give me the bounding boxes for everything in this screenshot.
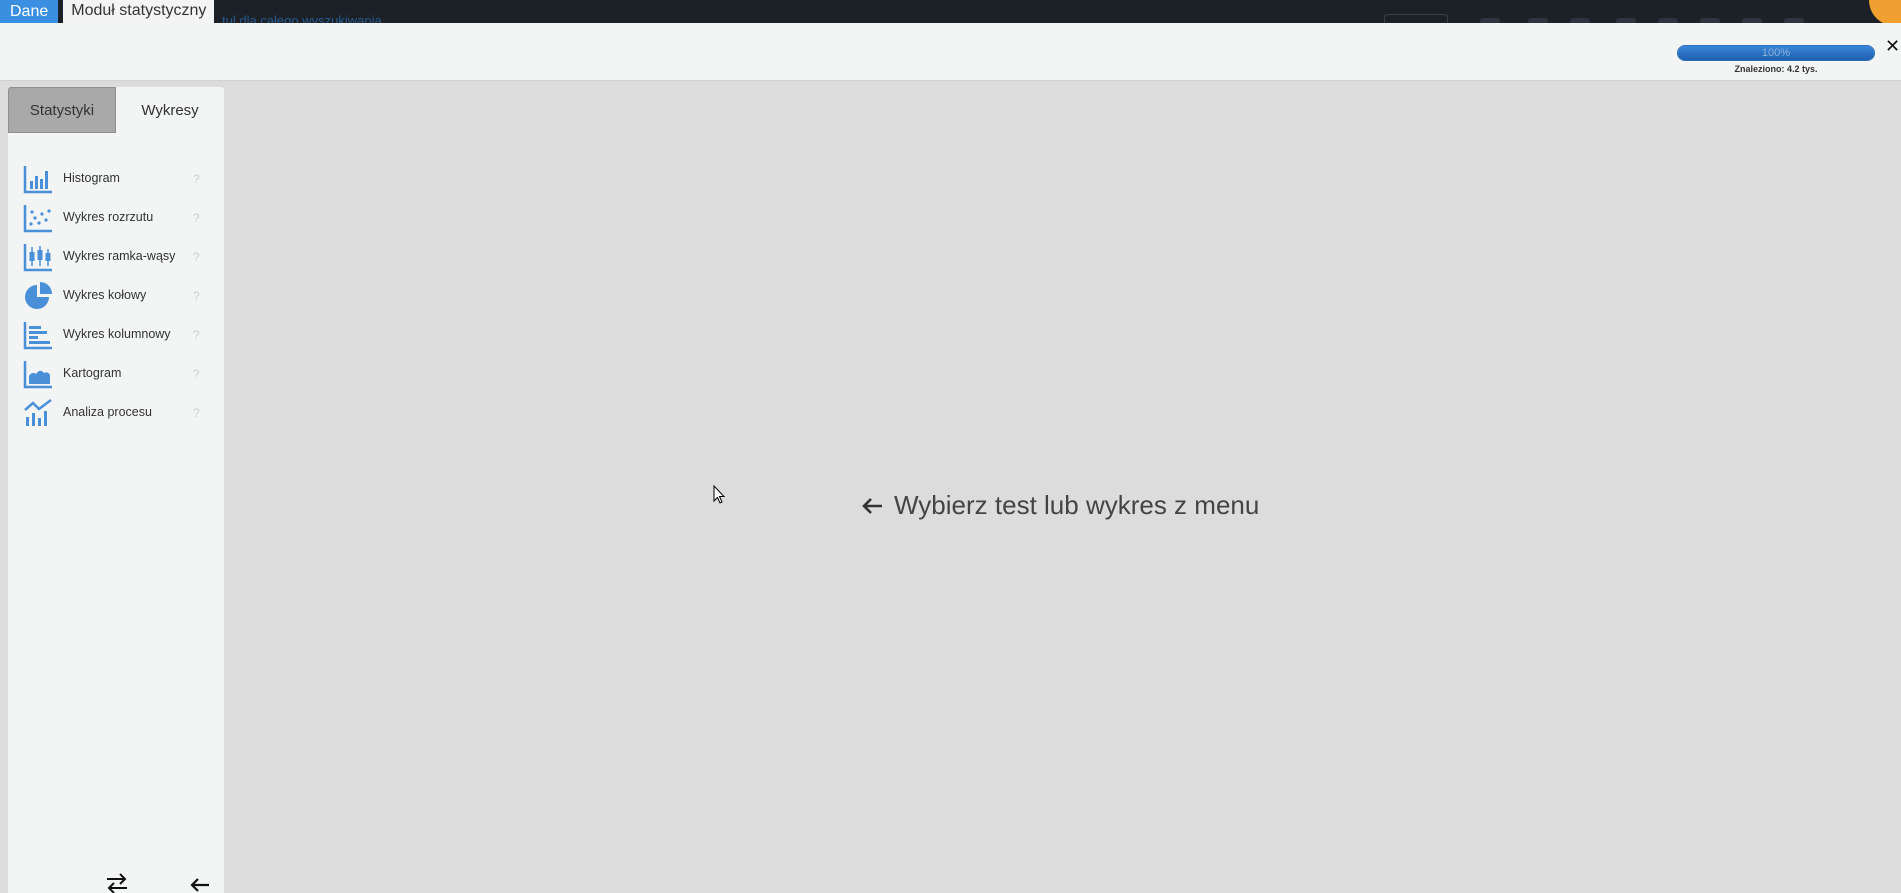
module-title: Moduł statystyczny — [63, 0, 215, 23]
module-tag: Dane Moduł statystyczny — [0, 0, 215, 23]
box-plot-icon — [23, 243, 52, 271]
menu-item-area-map[interactable]: Kartogram ? — [8, 354, 224, 393]
sidebar-tabs: Statystyki Wykresy — [8, 87, 224, 133]
pie-chart-icon — [25, 281, 52, 309]
top-bar: tul dla całego wyszukiwania — [0, 0, 1901, 28]
menu-item-box-plot[interactable]: Wykres ramka-wąsy ? — [8, 237, 224, 276]
sidebar-footer — [8, 871, 224, 893]
menu-item-column-chart[interactable]: Wykres kolumnowy ? — [8, 315, 224, 354]
chart-menu: Histogram ? Wykres rozrzutu ? Wykres ram… — [8, 159, 224, 432]
histogram-icon — [23, 165, 52, 193]
column-chart-icon — [23, 321, 52, 349]
menu-item-label: Kartogram — [63, 366, 122, 380]
tab-statistics[interactable]: Statystyki — [8, 87, 116, 133]
process-analysis-icon — [24, 398, 52, 426]
menu-item-label: Histogram — [63, 171, 120, 185]
arrow-left-icon — [862, 497, 882, 514]
help-icon[interactable]: ? — [193, 406, 200, 420]
menu-item-pie-chart[interactable]: Wykres kołowy ? — [8, 276, 224, 315]
progress-bar: 100% — [1677, 45, 1875, 61]
menu-item-label: Analiza procesu — [63, 405, 152, 419]
menu-item-label: Wykres kolumnowy — [63, 327, 171, 341]
progress-indicator: 100% Znaleziono: 4.2 tys. — [1677, 45, 1875, 74]
help-icon[interactable]: ? — [193, 172, 200, 186]
scatter-plot-icon — [23, 204, 52, 232]
sidebar: Statystyki Wykresy Histogram ? Wykres ro… — [8, 87, 224, 893]
menu-item-scatter-plot[interactable]: Wykres rozrzutu ? — [8, 198, 224, 237]
data-button[interactable]: Dane — [0, 0, 59, 23]
help-icon[interactable]: ? — [193, 211, 200, 225]
progress-label: 100% — [1761, 47, 1791, 59]
menu-item-process-analysis[interactable]: Analiza procesu ? — [8, 393, 224, 432]
help-icon[interactable]: ? — [193, 367, 200, 381]
help-icon[interactable]: ? — [193, 289, 200, 303]
mouse-cursor-icon — [713, 485, 726, 504]
area-map-icon — [23, 360, 52, 388]
help-icon[interactable]: ? — [193, 250, 200, 264]
menu-item-histogram[interactable]: Histogram ? — [8, 159, 224, 198]
header: 100% Znaleziono: 4.2 tys. ✕ — [0, 23, 1901, 81]
menu-item-label: Wykres ramka-wąsy — [63, 249, 176, 263]
empty-state-message: Wybierz test lub wykres z menu — [860, 490, 1259, 521]
menu-item-label: Wykres rozrzutu — [63, 210, 154, 224]
help-icon[interactable]: ? — [193, 328, 200, 342]
swap-arrows-icon[interactable] — [104, 871, 130, 893]
collapse-arrow-icon[interactable] — [189, 873, 211, 893]
close-button[interactable]: ✕ — [1885, 36, 1900, 56]
menu-item-label: Wykres kołowy — [63, 288, 147, 302]
placeholder-text: Wybierz test lub wykres z menu — [894, 490, 1260, 520]
tab-charts[interactable]: Wykresy — [116, 87, 224, 133]
found-count: Znaleziono: 4.2 tys. — [1734, 64, 1818, 74]
